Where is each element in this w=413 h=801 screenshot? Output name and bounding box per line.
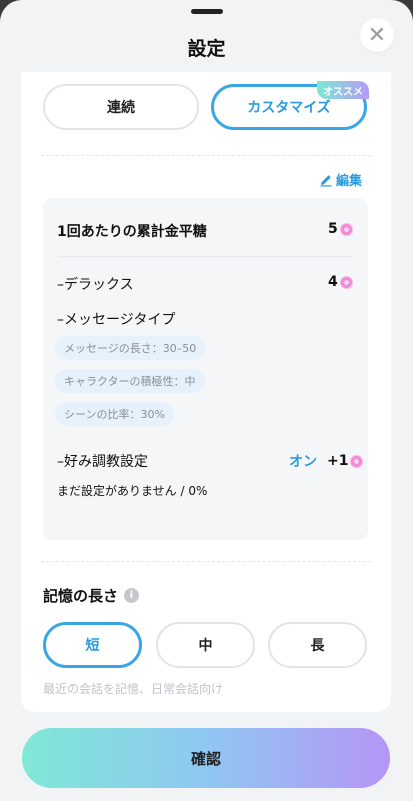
konpeito-icon [339,275,353,289]
memory-option-medium[interactable]: 中 [156,622,255,668]
memory-option-label: 短 [85,638,100,654]
total-value: 5 [328,221,353,237]
message-type-label: –メッセージタイプ [57,312,176,328]
deluxe-label: –デラックス [57,277,134,293]
mode-tab-label: カスタマイズ [247,100,331,116]
memory-option-label: 長 [310,638,325,654]
chip-scene-ratio: シーンの比率：30% [55,402,174,426]
total-label: 1回あたりの累計金平糖 [57,224,207,240]
mode-tab-label: 連続 [107,100,135,116]
memory-length-title: 記憶の長さ i [43,585,140,606]
settings-sheet: 設定 ✕ 連続 カスタマイズ オススメ 編集 1回あたりの累計金平糖 5 –デラ… [0,0,413,801]
settings-card: 連続 カスタマイズ オススメ 編集 1回あたりの累計金平糖 5 –デラックス 4 [21,72,391,712]
memory-length-label: 記憶の長さ [43,587,119,605]
preference-label: –好み調教設定 [57,454,148,470]
konpeito-icon [350,454,364,468]
divider [41,155,371,156]
memory-option-label: 中 [198,638,213,654]
pencil-icon [320,174,332,186]
chip-character-activeness: キャラクターの積極性：中 [55,369,205,393]
memory-hint: 最近の会話を記憶、日常会話向け [43,682,224,696]
preference-value[interactable]: オン +1 [289,451,364,471]
confirm-button[interactable]: 確認 [22,728,390,788]
chip-message-length: メッセージの長さ：30–50 [55,336,206,360]
divider [59,256,353,257]
edit-button[interactable]: 編集 [319,170,362,189]
memory-option-long[interactable]: 長 [268,622,367,668]
memory-option-short[interactable]: 短 [43,622,142,668]
mode-tab-continuous[interactable]: 連続 [43,84,199,130]
konpeito-icon [339,222,353,236]
info-icon[interactable]: i [124,588,140,603]
deluxe-value-number: 4 [328,274,338,290]
summary-box: 1回あたりの累計金平糖 5 –デラックス 4 –メッセージタイプ メッセージの長… [43,198,368,540]
recommended-badge: オススメ [317,81,369,99]
preference-note: まだ設定がありません / 0% [57,484,208,498]
confirm-label: 確認 [190,749,221,768]
sheet-grabber[interactable] [191,9,223,14]
page-title: 設定 [187,38,226,60]
close-icon: ✕ [367,22,387,48]
preference-status: オン [289,454,317,470]
deluxe-value: 4 [328,274,353,290]
divider [41,561,371,562]
preference-value-number: +1 [327,453,349,469]
edit-label: 編集 [336,174,363,189]
total-value-number: 5 [328,221,338,237]
close-button[interactable]: ✕ [360,18,394,52]
